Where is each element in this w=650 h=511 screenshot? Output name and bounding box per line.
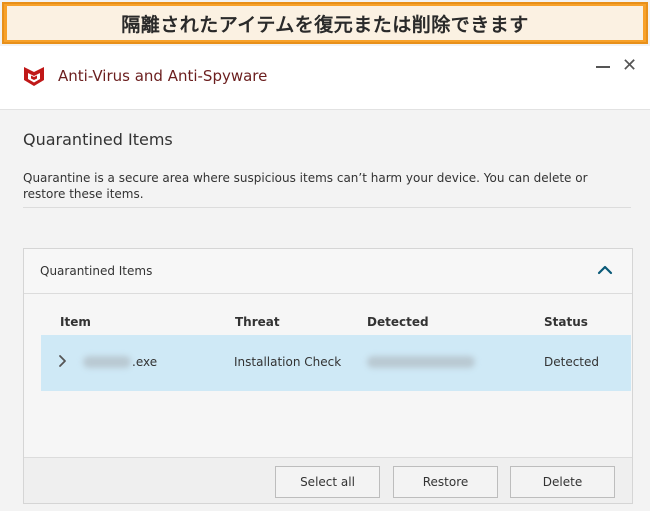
chevron-up-icon[interactable] (596, 263, 614, 277)
banner-text: 隔離されたアイテムを復元または削除できます (7, 6, 643, 40)
mcafee-shield-icon (24, 67, 44, 86)
restore-button[interactable]: Restore (393, 466, 498, 498)
panel-header[interactable]: Quarantined Items (24, 249, 632, 294)
column-header-item: Item (60, 315, 91, 329)
panel-title: Quarantined Items (40, 264, 153, 278)
app-titlebar: Anti-Virus and Anti-Spyware ✕ (0, 46, 650, 110)
chevron-right-icon[interactable] (57, 353, 67, 369)
redacted-detected-date (367, 356, 475, 368)
column-header-threat: Threat (235, 315, 280, 329)
column-header-status: Status (544, 315, 588, 329)
close-icon[interactable]: ✕ (622, 56, 637, 76)
status-cell: Detected (544, 355, 600, 369)
item-extension: .exe (132, 355, 158, 369)
minimize-icon (596, 66, 610, 68)
app-title: Anti-Virus and Anti-Spyware (58, 67, 268, 85)
select-all-button[interactable]: Select all (275, 466, 380, 498)
page-title: Quarantined Items (23, 130, 173, 149)
page-description: Quarantine is a secure area where suspic… (23, 171, 588, 201)
delete-button[interactable]: Delete (510, 466, 615, 498)
instruction-banner: 隔離されたアイテムを復元または削除できます (2, 2, 648, 44)
table-row[interactable]: .exe Installation Check Detected (41, 335, 631, 391)
panel-footer: Select all Restore Delete (24, 457, 632, 503)
threat-cell: Installation Check (234, 355, 342, 369)
quarantine-panel: Quarantined Items Item Threat Detected S… (23, 248, 633, 504)
divider (23, 207, 631, 208)
redacted-item-name (83, 356, 131, 368)
column-header-detected: Detected (367, 315, 429, 329)
